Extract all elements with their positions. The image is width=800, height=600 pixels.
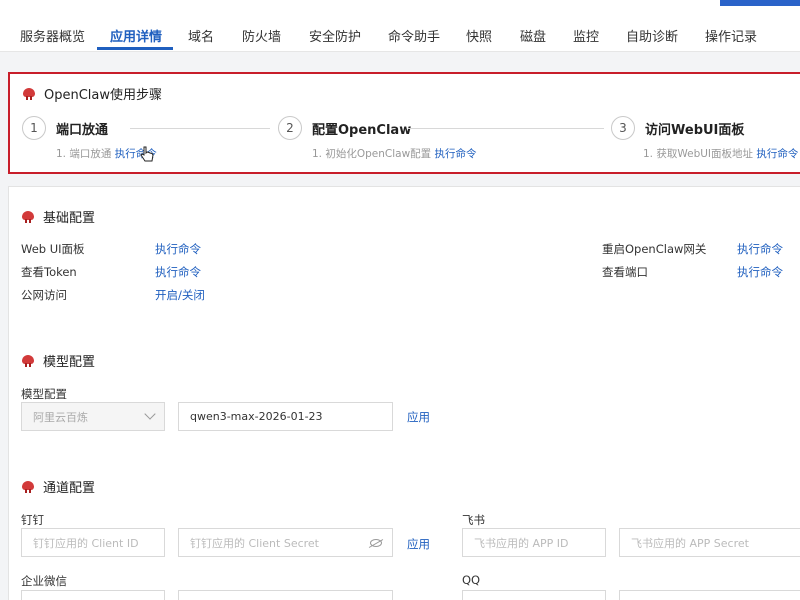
model-provider-select[interactable]: 阿里云百炼 (21, 402, 165, 431)
channel-config-title-text: 通道配置 (43, 481, 96, 496)
tab-command-assistant[interactable]: 命令助手 (388, 26, 440, 45)
basic-config-title-text: 基础配置 (43, 211, 96, 226)
feishu-app-id-input[interactable]: 飞书应用的 APP ID (462, 528, 606, 557)
step-3-sub: 1. 获取WebUI面板地址 执行命令 (643, 146, 798, 161)
model-config-label: 模型配置 (21, 387, 67, 401)
step-number: 2 (278, 116, 302, 140)
token-run-command-link[interactable]: 执行命令 (155, 264, 201, 280)
dingtalk-client-secret-input[interactable]: 钉钉应用的 Client Secret (178, 528, 393, 557)
steps-title-text: OpenClaw使用步骤 (44, 88, 163, 103)
feishu-app-id-placeholder: 飞书应用的 APP ID (474, 536, 569, 550)
row-label-view-port: 查看端口 (602, 265, 648, 279)
top-right-button[interactable] (720, 0, 800, 6)
restart-gateway-run-command-link[interactable]: 执行命令 (737, 241, 783, 257)
step-3-run-command-link[interactable]: 执行命令 (756, 148, 798, 160)
step-name: 访问WebUI面板 (645, 122, 745, 138)
view-port-run-command-link[interactable]: 执行命令 (737, 264, 783, 280)
dingtalk-client-id-input[interactable]: 钉钉应用的 Client ID (21, 528, 165, 557)
qq-input-1[interactable] (462, 590, 606, 600)
step-1: 1 端口放通 (22, 116, 108, 140)
dingtalk-client-secret-placeholder: 钉钉应用的 Client Secret (190, 536, 319, 550)
feishu-label: 飞书 (462, 513, 485, 527)
tab-app-details[interactable]: 应用详情 (110, 26, 162, 45)
model-name-input[interactable]: qwen3-max-2026-01-23 (178, 402, 393, 431)
webui-run-command-link[interactable]: 执行命令 (155, 241, 201, 257)
eye-hidden-icon[interactable] (370, 539, 382, 547)
row-label-webui: Web UI面板 (21, 242, 85, 256)
tab-server-overview[interactable]: 服务器概览 (20, 26, 85, 45)
row-label-token: 查看Token (21, 265, 77, 279)
tab-self-diagnosis[interactable]: 自助诊断 (626, 26, 678, 45)
model-name-value: qwen3-max-2026-01-23 (190, 410, 323, 423)
basic-config-title: 基础配置 (21, 207, 95, 226)
step-number: 3 (611, 116, 635, 140)
step-sub-text: 1. 获取WebUI面板地址 (643, 148, 754, 160)
config-panel: 基础配置 Web UI面板 执行命令 查看Token 执行命令 公网访问 开启/… (8, 186, 800, 600)
public-access-toggle-link[interactable]: 开启/关闭 (155, 287, 205, 303)
tab-firewall[interactable]: 防火墙 (242, 26, 281, 45)
step-connector (408, 128, 604, 129)
openclaw-logo-icon (21, 480, 35, 493)
model-provider-value: 阿里云百炼 (33, 410, 88, 424)
tab-snapshot[interactable]: 快照 (466, 26, 492, 45)
step-connector (130, 128, 270, 129)
feishu-app-secret-placeholder: 飞书应用的 APP Secret (631, 536, 749, 550)
openclaw-logo-icon (21, 354, 35, 367)
step-sub-text: 1. 初始化OpenClaw配置 (312, 148, 432, 160)
tab-bar: 服务器概览 应用详情 域名 防火墙 安全防护 命令助手 快照 磁盘 监控 自助诊… (0, 0, 800, 52)
active-tab-underline (97, 47, 173, 50)
feishu-app-secret-input[interactable]: 飞书应用的 APP Secret (619, 528, 800, 557)
step-sub-text: 1. 端口放通 (56, 148, 112, 160)
chevron-down-icon (144, 408, 156, 420)
tab-monitor[interactable]: 监控 (573, 26, 599, 45)
steps-panel: OpenClaw使用步骤 1 端口放通 1. 端口放通 执行命令 2 配置Ope… (8, 72, 800, 174)
step-name: 配置OpenClaw (312, 122, 412, 138)
step-2-sub: 1. 初始化OpenClaw配置 执行命令 (312, 146, 477, 161)
dingtalk-label: 钉钉 (21, 513, 44, 527)
openclaw-logo-icon (21, 210, 35, 223)
qq-label: QQ (462, 573, 481, 587)
channel-config-title: 通道配置 (21, 477, 95, 496)
step-name: 端口放通 (56, 122, 109, 138)
row-label-public-access: 公网访问 (21, 288, 67, 302)
top-strip (0, 0, 800, 6)
tab-domain[interactable]: 域名 (188, 26, 214, 45)
row-label-restart-gateway: 重启OpenClaw网关 (602, 242, 707, 256)
steps-title: OpenClaw使用步骤 (22, 84, 162, 103)
wecom-input-1[interactable] (21, 590, 165, 600)
model-config-title-text: 模型配置 (43, 355, 96, 370)
step-number: 1 (22, 116, 46, 140)
qq-input-2[interactable] (619, 590, 800, 600)
model-config-title: 模型配置 (21, 351, 95, 370)
step-2: 2 配置OpenClaw (278, 116, 411, 140)
dingtalk-client-id-placeholder: 钉钉应用的 Client ID (33, 536, 139, 550)
wecom-label: 企业微信 (21, 574, 67, 588)
tab-security[interactable]: 安全防护 (309, 26, 361, 45)
wecom-input-2[interactable] (178, 590, 393, 600)
step-3: 3 访问WebUI面板 (611, 116, 744, 140)
step-2-run-command-link[interactable]: 执行命令 (435, 148, 477, 160)
tab-operation-log[interactable]: 操作记录 (705, 26, 757, 45)
model-apply-button[interactable]: 应用 (407, 409, 430, 425)
tab-disk[interactable]: 磁盘 (520, 26, 546, 45)
dingtalk-apply-button[interactable]: 应用 (407, 536, 430, 552)
openclaw-logo-icon (22, 87, 36, 100)
hand-cursor-icon (140, 146, 154, 162)
